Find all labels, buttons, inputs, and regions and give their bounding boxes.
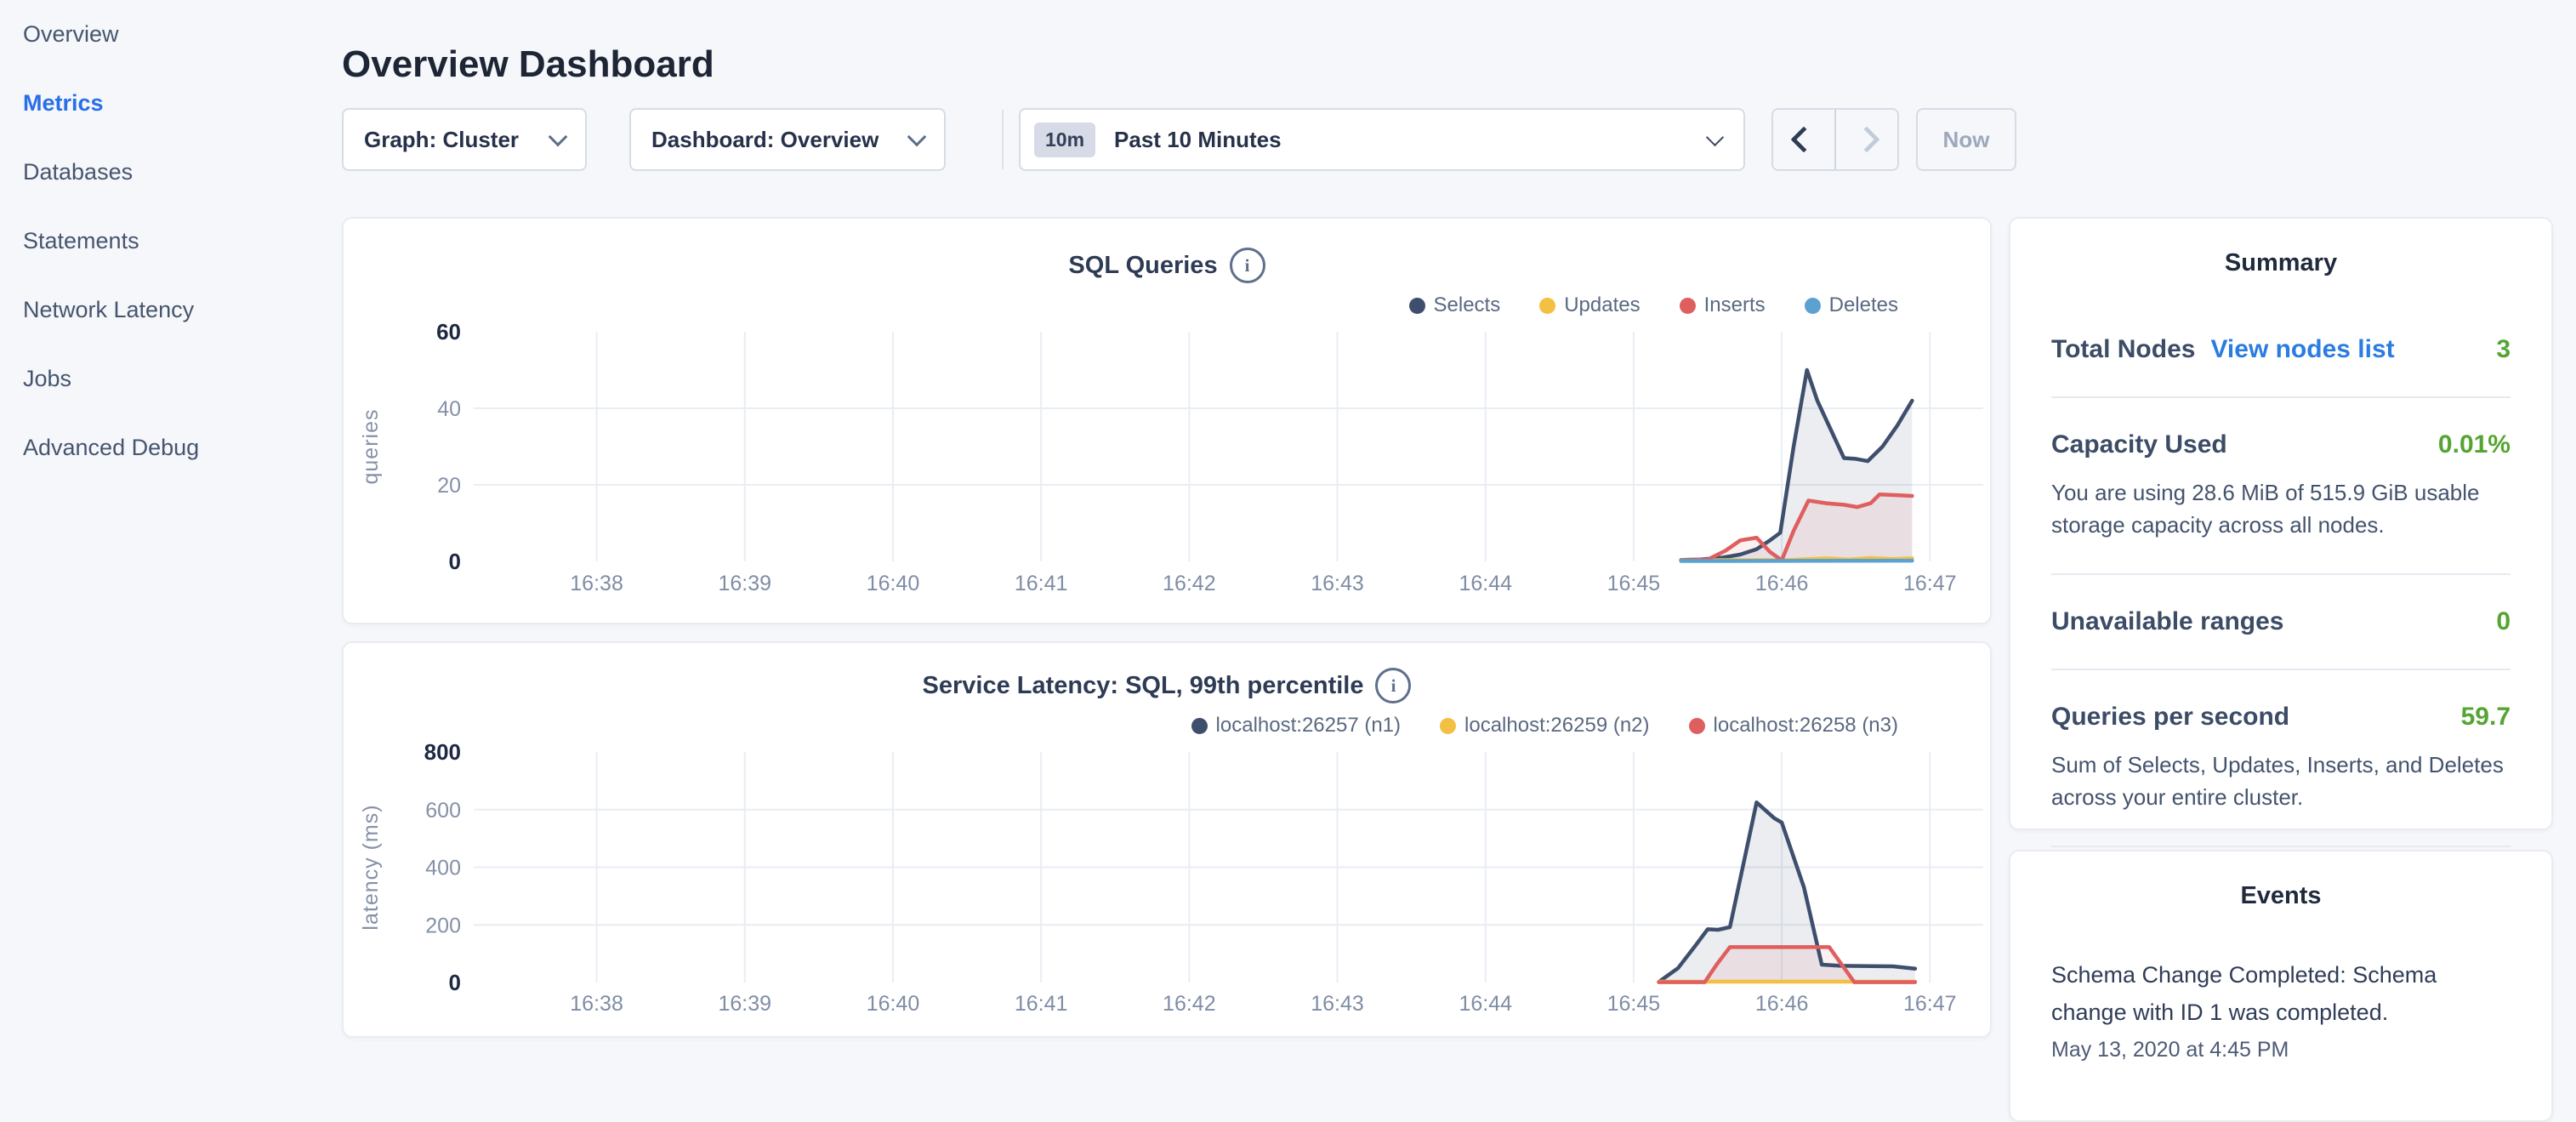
svg-text:16:40: 16:40 xyxy=(867,992,920,1016)
summary-description: Sum of Selects, Updates, Inserts, and De… xyxy=(2051,749,2511,813)
svg-text:16:45: 16:45 xyxy=(1607,572,1661,595)
summary-value: 59.7 xyxy=(2461,703,2511,732)
prev-range-button[interactable] xyxy=(1773,110,1834,169)
svg-text:16:45: 16:45 xyxy=(1607,992,1661,1016)
sidebar-item-jobs[interactable]: Jobs xyxy=(23,362,71,396)
service-latency-plot[interactable]: 16:38 16:39 16:40 16:41 16:42 16:43 16:44 16:45… xyxy=(344,643,1990,1036)
divider xyxy=(2051,669,2511,670)
svg-text:16:38: 16:38 xyxy=(570,572,623,595)
summary-description: You are using 28.6 MiB of 515.9 GiB usab… xyxy=(2051,476,2511,541)
summary-row-capacity-used: Capacity Used 0.01% xyxy=(2051,430,2511,459)
time-range-label: Past 10 Minutes xyxy=(1114,127,1282,153)
svg-text:16:47: 16:47 xyxy=(1903,572,1957,595)
service-latency-chart-card: Service Latency: SQL, 99th percentile i … xyxy=(342,641,1992,1038)
svg-text:16:42: 16:42 xyxy=(1163,572,1216,595)
summary-panel: Summary Total Nodes View nodes list 3 Ca… xyxy=(2009,217,2553,830)
svg-text:0: 0 xyxy=(449,549,461,574)
svg-text:800: 800 xyxy=(424,739,461,765)
sidebar-item-advanced-debug[interactable]: Advanced Debug xyxy=(23,430,199,464)
svg-text:queries: queries xyxy=(359,409,383,485)
svg-text:16:43: 16:43 xyxy=(1311,572,1364,595)
time-range-badge: 10m xyxy=(1034,122,1095,157)
now-button[interactable]: Now xyxy=(1916,108,2016,171)
svg-text:200: 200 xyxy=(425,914,461,937)
now-button-label: Now xyxy=(1943,127,1990,153)
chevron-down-icon xyxy=(1706,128,1724,145)
svg-text:16:41: 16:41 xyxy=(1015,992,1068,1016)
summary-value: 0.01% xyxy=(2438,430,2511,459)
graph-dropdown[interactable]: Graph: Cluster xyxy=(342,108,587,171)
summary-label: Capacity Used xyxy=(2051,430,2227,459)
svg-text:16:40: 16:40 xyxy=(867,572,920,595)
time-pager xyxy=(1771,108,1899,171)
sidebar: Overview Metrics Databases Statements Ne… xyxy=(0,0,340,1051)
sql-queries-plot[interactable]: 16:38 16:39 16:40 16:41 16:42 16:43 16:44 16:45… xyxy=(344,219,1990,623)
divider xyxy=(2051,396,2511,398)
summary-title: Summary xyxy=(2051,249,2511,277)
page-title: Overview Dashboard xyxy=(342,43,714,86)
events-title: Events xyxy=(2051,882,2511,910)
svg-text:16:44: 16:44 xyxy=(1459,572,1512,595)
svg-text:16:38: 16:38 xyxy=(570,992,623,1016)
summary-label: Queries per second xyxy=(2051,703,2289,732)
sql-queries-chart-card: SQL Queries i Selects Updates Inserts De… xyxy=(342,217,1992,624)
graph-dropdown-label: Graph: Cluster xyxy=(364,127,519,153)
svg-text:60: 60 xyxy=(436,319,461,345)
svg-text:16:39: 16:39 xyxy=(718,992,771,1016)
svg-text:16:39: 16:39 xyxy=(718,572,771,595)
controls-divider xyxy=(1002,110,1004,169)
summary-row-unavailable-ranges: Unavailable ranges 0 xyxy=(2051,607,2511,636)
divider xyxy=(2051,846,2511,847)
svg-text:400: 400 xyxy=(425,857,461,880)
next-range-button[interactable] xyxy=(1834,110,1897,169)
sidebar-item-statements[interactable]: Statements xyxy=(23,224,139,258)
dashboard-dropdown[interactable]: Dashboard: Overview xyxy=(629,108,946,171)
svg-text:20: 20 xyxy=(437,474,461,498)
divider xyxy=(2051,573,2511,575)
summary-value: 0 xyxy=(2496,607,2511,636)
event-date: May 13, 2020 at 4:45 PM xyxy=(2051,1038,2511,1062)
dashboard-dropdown-label: Dashboard: Overview xyxy=(651,127,879,153)
event-list-item[interactable]: Schema Change Completed: Schema change w… xyxy=(2051,956,2511,1062)
svg-text:16:46: 16:46 xyxy=(1755,992,1809,1016)
summary-label: Unavailable ranges xyxy=(2051,607,2283,636)
svg-text:16:43: 16:43 xyxy=(1311,992,1364,1016)
svg-text:40: 40 xyxy=(437,397,461,421)
summary-row-total-nodes: Total Nodes View nodes list 3 xyxy=(2051,335,2511,364)
chevron-right-icon xyxy=(1853,126,1879,152)
chevron-left-icon xyxy=(1790,126,1817,152)
event-text: Schema Change Completed: Schema change w… xyxy=(2051,956,2511,1031)
chevron-down-icon xyxy=(549,128,568,147)
sidebar-item-databases[interactable]: Databases xyxy=(23,155,133,189)
events-panel: Events Schema Change Completed: Schema c… xyxy=(2009,850,2553,1122)
time-range-dropdown[interactable]: 10m Past 10 Minutes xyxy=(1019,108,1745,171)
svg-text:16:47: 16:47 xyxy=(1903,992,1957,1016)
svg-text:16:42: 16:42 xyxy=(1163,992,1216,1016)
svg-text:16:46: 16:46 xyxy=(1755,572,1809,595)
svg-text:16:44: 16:44 xyxy=(1459,992,1512,1016)
view-nodes-list-link[interactable]: View nodes list xyxy=(2210,335,2394,364)
summary-row-queries-per-second: Queries per second 59.7 xyxy=(2051,703,2511,732)
summary-value: 3 xyxy=(2496,335,2511,364)
svg-text:600: 600 xyxy=(425,799,461,823)
svg-text:0: 0 xyxy=(449,970,461,995)
svg-text:16:41: 16:41 xyxy=(1015,572,1068,595)
sidebar-item-metrics[interactable]: Metrics xyxy=(23,86,104,120)
summary-label: Total Nodes xyxy=(2051,335,2195,364)
sidebar-item-network-latency[interactable]: Network Latency xyxy=(23,293,194,327)
svg-text:latency (ms): latency (ms) xyxy=(359,804,383,930)
chevron-down-icon xyxy=(907,128,927,147)
sidebar-item-overview[interactable]: Overview xyxy=(23,17,119,51)
